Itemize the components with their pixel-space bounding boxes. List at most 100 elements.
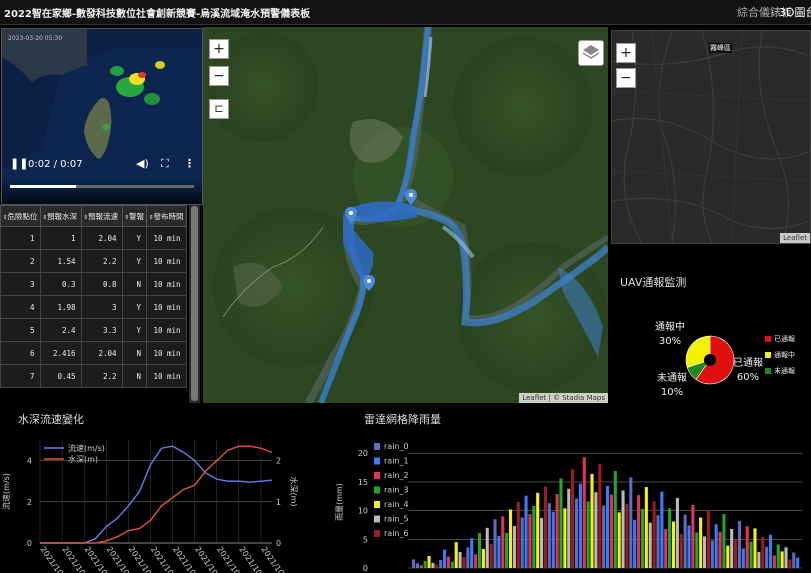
bar[interactable] <box>415 563 419 568</box>
bar[interactable] <box>652 501 656 568</box>
bar[interactable] <box>695 532 699 568</box>
table-row[interactable]: 5 2.4 3.3 Y 10 min <box>0 318 187 342</box>
pause-icon[interactable]: ❚❚ <box>10 157 28 170</box>
bar[interactable] <box>683 514 687 568</box>
bar[interactable] <box>509 509 513 568</box>
bar[interactable] <box>485 527 489 568</box>
bar[interactable] <box>703 536 707 568</box>
bar[interactable] <box>540 518 544 568</box>
bar[interactable] <box>419 565 423 568</box>
bar[interactable] <box>446 556 450 568</box>
bar[interactable] <box>493 519 497 568</box>
bar[interactable] <box>477 532 482 568</box>
main-satellite-map[interactable]: + − ⊏ Leaflet | © Stadia Maps <box>203 27 608 403</box>
bar[interactable] <box>571 469 575 568</box>
bar[interactable] <box>734 538 738 568</box>
bar[interactable] <box>431 562 435 568</box>
bar[interactable] <box>574 498 579 568</box>
legend-label[interactable]: rain_1 <box>384 457 409 466</box>
bar[interactable] <box>788 559 792 568</box>
table-row[interactable]: 7 0.45 2.2 N 10 min <box>0 364 187 388</box>
bar[interactable] <box>598 464 602 568</box>
bar[interactable] <box>722 514 726 568</box>
video-progress-bar[interactable] <box>10 185 194 188</box>
overview-dark-map[interactable]: 霧峰區 + − Leaflet <box>611 30 811 244</box>
bar[interactable] <box>462 557 466 568</box>
mini-zoom-in-button[interactable]: + <box>616 43 636 63</box>
bar[interactable] <box>412 559 416 568</box>
bar[interactable] <box>737 520 741 568</box>
legend-label[interactable]: 流速(m/s) <box>68 443 105 453</box>
bar[interactable] <box>450 561 454 568</box>
bar[interactable] <box>536 492 540 568</box>
bar[interactable] <box>582 457 586 568</box>
bar[interactable] <box>423 561 427 568</box>
table-row[interactable]: 4 1.98 3 Y 10 min <box>0 295 187 319</box>
bar[interactable] <box>543 486 547 568</box>
bar[interactable] <box>757 551 761 568</box>
bar[interactable] <box>668 508 672 568</box>
bar[interactable] <box>617 512 621 568</box>
bar[interactable] <box>555 493 559 568</box>
bar[interactable] <box>699 517 703 568</box>
bar[interactable] <box>524 495 528 568</box>
nav-3d-link[interactable]: 3D圖台 <box>779 4 811 20</box>
table-row[interactable]: 3 0.3 0.8 N 10 min <box>0 272 187 296</box>
bar[interactable] <box>625 503 629 568</box>
bar[interactable] <box>761 537 765 568</box>
bar[interactable] <box>547 503 551 568</box>
volume-icon[interactable]: ◀) <box>136 157 149 170</box>
bar[interactable] <box>664 528 668 568</box>
bar[interactable] <box>730 528 734 568</box>
bar[interactable] <box>470 538 474 568</box>
bar[interactable] <box>551 511 555 568</box>
legend-item-reporting[interactable]: 通報中 <box>765 350 795 360</box>
draw-rectangle-button[interactable]: ⊏ <box>209 99 229 119</box>
bar[interactable] <box>660 491 664 568</box>
legend-label[interactable]: 水深(m) <box>68 454 98 464</box>
layer-control-button[interactable] <box>578 40 604 66</box>
bar[interactable] <box>714 524 718 568</box>
zoom-in-button[interactable]: + <box>209 39 229 59</box>
bar[interactable] <box>532 506 536 568</box>
bar[interactable] <box>590 473 594 568</box>
radar-video-player[interactable]: 2023-03-20 05:30 ❚❚ 0:02 / 0:07 ◀) ⛶ ⋮ <box>1 28 203 205</box>
bar[interactable] <box>633 519 637 568</box>
bar[interactable] <box>726 545 730 568</box>
bar[interactable] <box>609 494 613 568</box>
bar[interactable] <box>749 541 753 568</box>
bar[interactable] <box>435 564 439 568</box>
bar[interactable] <box>474 554 478 568</box>
bar[interactable] <box>741 548 745 568</box>
bar[interactable] <box>706 510 710 568</box>
bar[interactable] <box>454 542 458 568</box>
mini-zoom-out-button[interactable]: − <box>616 68 636 88</box>
table-scrollbar-thumb[interactable] <box>191 206 198 401</box>
bar[interactable] <box>586 501 590 568</box>
legend-item-reported[interactable]: 已通報 <box>765 334 795 344</box>
column-header-velocity[interactable]: ⇕預報流速 <box>80 205 123 227</box>
bar[interactable] <box>516 502 520 568</box>
legend-label[interactable]: rain_5 <box>384 515 409 524</box>
bar[interactable] <box>637 495 641 568</box>
legend-label[interactable]: rain_0 <box>384 442 409 451</box>
fullscreen-icon[interactable]: ⛶ <box>161 157 169 171</box>
mini-map-attribution[interactable]: Leaflet <box>780 233 810 243</box>
bar[interactable] <box>718 531 722 568</box>
location-marker-2[interactable] <box>405 189 417 209</box>
legend-item-unreported[interactable]: 未通報 <box>765 366 795 376</box>
bar[interactable] <box>792 552 796 568</box>
bar[interactable] <box>559 478 563 568</box>
location-marker-3[interactable] <box>363 275 375 295</box>
bar[interactable] <box>594 492 598 568</box>
location-marker-1[interactable] <box>345 207 357 227</box>
bar[interactable] <box>656 515 660 568</box>
legend-label[interactable]: rain_4 <box>384 500 409 509</box>
column-header-time[interactable]: ⇕發布時間 <box>146 205 187 227</box>
bar[interactable] <box>780 551 784 568</box>
bar[interactable] <box>606 485 610 568</box>
bar[interactable] <box>772 555 776 568</box>
bar[interactable] <box>648 522 652 568</box>
bar[interactable] <box>753 528 757 568</box>
bar[interactable] <box>443 549 447 568</box>
